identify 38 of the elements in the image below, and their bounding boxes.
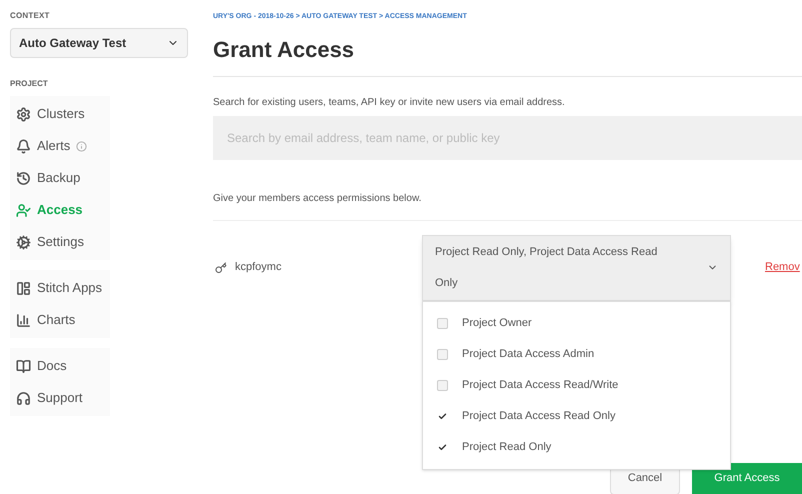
remove-link[interactable]: Remov: [765, 259, 800, 276]
nav-item[interactable]: Stitch Apps: [10, 272, 110, 304]
search-help: Search for existing users, teams, API key or invite new users via email address.: [213, 96, 566, 110]
role-option[interactable]: Project Data Access Read/Write: [423, 370, 730, 400]
roles-select[interactable]: Project Read Only, Project Data Access Read Only: [422, 234, 731, 300]
role-option[interactable]: Project Read Only: [423, 432, 730, 462]
permissions-help: Give your members access permissions below.: [213, 192, 422, 206]
bell-icon: [16, 138, 31, 154]
book-icon: [16, 358, 31, 374]
nav-item[interactable]: Alerts: [10, 130, 110, 162]
cog-icon: [16, 234, 31, 250]
nav-item[interactable]: Docs: [10, 350, 110, 382]
checkbox[interactable]: [437, 380, 448, 390]
bar-chart-icon: [16, 312, 31, 328]
clock-icon: [16, 170, 31, 186]
info-icon: [76, 140, 88, 152]
panel-icon: [16, 280, 31, 296]
member-name: kcpfoymc: [235, 260, 282, 276]
nav-item[interactable]: Charts: [10, 304, 110, 336]
role-option[interactable]: Project Data Access Admin: [423, 338, 730, 370]
nav-item[interactable]: Support: [10, 382, 110, 414]
checkbox[interactable]: [437, 318, 448, 328]
checkbox[interactable]: [437, 348, 448, 360]
key-icon: [215, 262, 227, 274]
nav-item[interactable]: Clusters: [10, 98, 110, 130]
user-icon: [16, 202, 31, 218]
nav-item[interactable]: Settings: [10, 226, 110, 258]
nav-item[interactable]: Backup: [10, 162, 110, 194]
project-label: PROJECT: [10, 78, 49, 90]
context-label: CONTEXT: [10, 10, 51, 22]
checkbox[interactable]: [437, 442, 448, 452]
checkbox[interactable]: [437, 410, 448, 422]
headset-icon: [16, 390, 31, 406]
context-select[interactable]: Auto Gateway Test: [10, 28, 188, 58]
page-title: Grant Access: [213, 36, 356, 64]
role-option[interactable]: Project Data Access Read Only: [423, 400, 730, 432]
role-option[interactable]: Project Owner: [423, 308, 730, 338]
gear-icon: [16, 106, 31, 122]
